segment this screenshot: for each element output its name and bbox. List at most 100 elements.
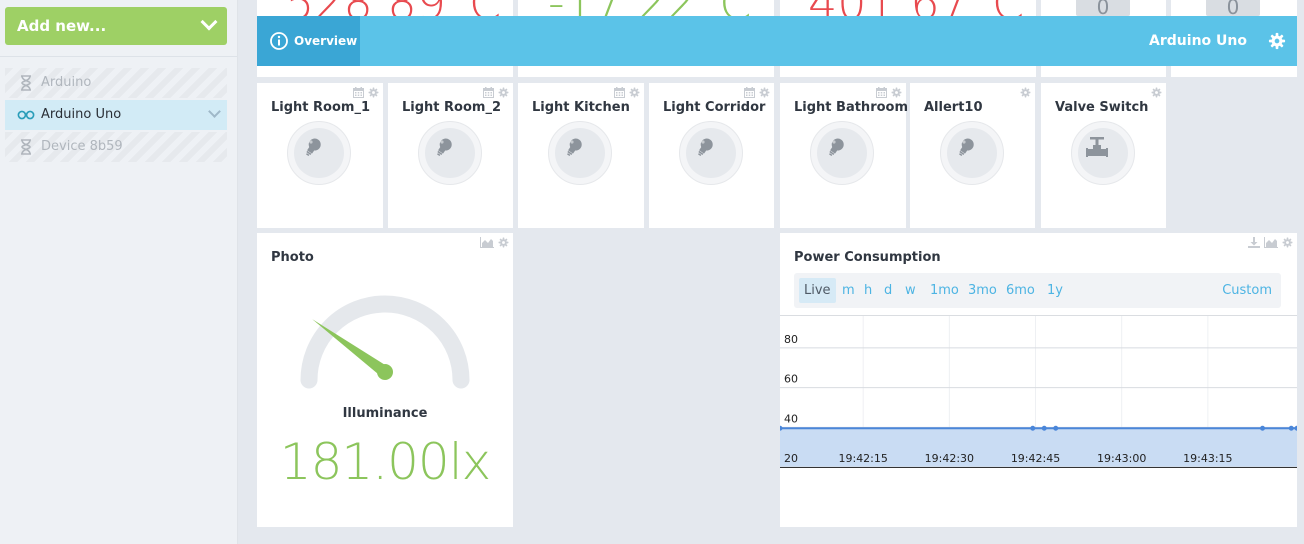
gear-icon[interactable] xyxy=(629,87,640,98)
switch-widget-light-room-2: Light Room_2 xyxy=(388,83,513,228)
chevron-down-icon xyxy=(200,13,218,31)
power-consumption-widget: Power Consumption Live m h d w 1mo 3mo 6… xyxy=(780,233,1297,527)
illuminance-gauge xyxy=(300,295,470,389)
x-tick-label: 19:42:15 xyxy=(838,452,887,465)
widget-toolbar xyxy=(476,237,509,249)
sidebar: Add new... Arduino Arduino Uno Device 8b… xyxy=(0,0,238,544)
valve-icon xyxy=(1086,137,1108,157)
bulb-icon xyxy=(437,138,452,157)
y-tick-label: 60 xyxy=(784,373,798,386)
gear-icon[interactable] xyxy=(498,87,509,98)
add-new-label: Add new... xyxy=(17,17,107,35)
widget-title: Light Room_1 xyxy=(271,100,371,115)
device-item-arduino[interactable]: Arduino xyxy=(5,68,227,98)
gear-icon[interactable] xyxy=(498,237,509,248)
widget-toolbar xyxy=(872,87,902,99)
range-week-button[interactable]: w xyxy=(900,278,921,303)
data-point xyxy=(1030,425,1036,431)
bulb-icon xyxy=(959,138,974,157)
gear-icon[interactable] xyxy=(891,87,902,98)
gear-icon[interactable] xyxy=(759,87,770,98)
chart-icon[interactable] xyxy=(1264,237,1278,248)
photo-widget: Photo Illuminance 181.00lx xyxy=(257,233,513,527)
widget-toolbar xyxy=(1016,87,1031,99)
range-1y-button[interactable]: 1y xyxy=(1042,278,1068,303)
range-1mo-button[interactable]: 1mo xyxy=(925,278,964,303)
gear-icon[interactable] xyxy=(1282,237,1293,248)
counter-value: 0 xyxy=(1076,0,1130,19)
calendar-icon[interactable] xyxy=(614,87,625,98)
toggle-button[interactable] xyxy=(287,121,351,185)
range-custom-button[interactable]: Custom xyxy=(1217,278,1277,303)
device-item-device-8b59[interactable]: Device 8b59 xyxy=(5,132,227,162)
chevron-down-icon[interactable] xyxy=(208,105,221,118)
toggle-button[interactable] xyxy=(1071,121,1135,185)
range-live-button[interactable]: Live xyxy=(799,278,836,303)
widget-toolbar xyxy=(1147,87,1162,99)
data-point xyxy=(1041,425,1047,431)
switch-widget-light-room-1: Light Room_1 xyxy=(257,83,383,228)
time-range-bar: Live m h d w 1mo 3mo 6mo 1y Custom xyxy=(794,273,1281,308)
calendar-icon[interactable] xyxy=(744,87,755,98)
range-minute-button[interactable]: m xyxy=(837,278,860,303)
data-point xyxy=(1053,425,1059,431)
widget-title: Valve Switch xyxy=(1055,100,1149,115)
device-item-arduino-uno[interactable]: Arduino Uno xyxy=(5,100,227,130)
widget-toolbar xyxy=(479,87,509,99)
download-icon[interactable] xyxy=(1248,237,1260,248)
widget-title: Light Corridor xyxy=(663,100,766,115)
gear-icon[interactable] xyxy=(1020,87,1031,98)
calendar-icon[interactable] xyxy=(876,87,887,98)
x-tick-label: 19:43:15 xyxy=(1183,452,1232,465)
toggle-button[interactable] xyxy=(810,121,874,185)
widget-toolbar xyxy=(610,87,640,99)
calendar-icon[interactable] xyxy=(353,87,364,98)
widget-title: Light Room_2 xyxy=(402,100,502,115)
y-tick-label: 80 xyxy=(784,333,798,346)
widget-title: Allert10 xyxy=(924,100,983,115)
y-tick-label: 20 xyxy=(784,452,798,465)
x-tick-label: 19:42:30 xyxy=(925,452,974,465)
range-3mo-button[interactable]: 3mo xyxy=(963,278,1002,303)
toggle-button[interactable] xyxy=(940,121,1004,185)
counter-value: 0 xyxy=(1206,0,1260,19)
y-tick-label: 40 xyxy=(784,412,798,425)
chart-icon[interactable] xyxy=(480,237,494,248)
add-new-button[interactable]: Add new... xyxy=(5,7,227,45)
widget-title: Power Consumption xyxy=(794,250,941,265)
switch-widget-allert10: Allert10 xyxy=(910,83,1035,228)
widget-title: Light Bathroom xyxy=(794,100,909,115)
range-6mo-button[interactable]: 6mo xyxy=(1001,278,1040,303)
toggle-button[interactable] xyxy=(418,121,482,185)
switch-widget-light-kitchen: Light Kitchen xyxy=(518,83,644,228)
range-hour-button[interactable]: h xyxy=(859,278,877,303)
gear-icon[interactable] xyxy=(1268,32,1286,50)
power-chart: 20 40 60 80 19:42:15 19:42:30 19:42:45 19:43:00… xyxy=(780,315,1297,468)
hourglass-icon xyxy=(21,75,31,91)
switch-widget-light-bathroom: Light Bathroom xyxy=(780,83,909,228)
bulb-icon xyxy=(698,138,713,157)
gauge-value: 181.00lx xyxy=(279,433,491,491)
gear-icon[interactable] xyxy=(368,87,379,98)
data-point xyxy=(1288,425,1294,431)
switch-widget-light-corridor: Light Corridor xyxy=(649,83,774,228)
data-point xyxy=(1260,425,1266,431)
widget-toolbar xyxy=(1244,237,1293,249)
bulb-icon xyxy=(567,138,582,157)
tab-overview-label: Overview xyxy=(294,34,358,48)
toggle-button[interactable] xyxy=(679,121,743,185)
range-day-button[interactable]: d xyxy=(879,278,897,303)
x-tick-label: 19:43:00 xyxy=(1097,452,1146,465)
gauge-hub xyxy=(377,364,393,380)
toggle-button[interactable] xyxy=(548,121,612,185)
divider xyxy=(0,56,237,57)
calendar-icon[interactable] xyxy=(483,87,494,98)
device-title: Arduino Uno xyxy=(1149,33,1247,49)
gear-icon[interactable] xyxy=(1151,87,1162,98)
device-label: Arduino Uno xyxy=(41,107,122,122)
widget-title: Photo xyxy=(271,250,314,265)
tab-overview[interactable]: Overview xyxy=(257,16,360,66)
widget-toolbar xyxy=(349,87,379,99)
device-header-bar: Overview Arduino Uno xyxy=(257,16,1297,66)
bulb-icon xyxy=(829,138,844,157)
